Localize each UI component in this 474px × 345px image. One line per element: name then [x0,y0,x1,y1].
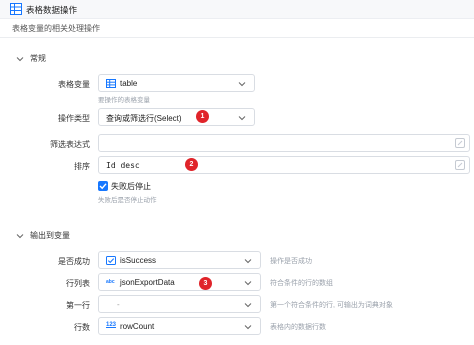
filter-input[interactable] [98,134,470,152]
chevron-down-icon [16,233,24,238]
stop-on-fail-checkbox[interactable] [98,181,108,191]
page-subtitle: 表格变量的相关处理操作 [12,24,100,33]
first-row-value: - [117,300,120,309]
sort-value: Id desc [106,161,140,170]
rows-select[interactable]: abc jsonExportData [98,273,261,291]
first-row-label: 第一行 [66,301,90,310]
string-type-icon: abc [106,279,115,285]
section-general[interactable]: 常规 [16,53,46,64]
chevron-down-icon [244,259,252,264]
window-title: 表格数据操作 [26,5,78,15]
table-var-label: 表格变量 [58,80,90,89]
chevron-down-icon [244,281,252,286]
table-icon [106,79,116,88]
stop-on-fail-hint: 失败后是否停止动作 [98,197,157,204]
expression-icon[interactable] [455,160,465,170]
divider [0,37,474,38]
row-count-hint: 表格内的数据行数 [270,324,326,331]
success-select[interactable]: isSuccess [98,251,261,269]
chevron-down-icon [244,325,252,330]
filter-label: 筛选表达式 [50,140,90,149]
sort-label: 排序 [74,162,90,171]
chevron-down-icon [16,56,24,61]
rows-hint: 符合条件的行的数组 [270,280,333,287]
row-count-value: rowCount [120,322,155,331]
operation-select[interactable]: 查询或筛选行(Select) [98,108,255,126]
first-row-select[interactable]: - [98,295,261,313]
first-row-hint: 第一个符合条件的行, 可输出为词典对象 [270,302,393,309]
operation-label: 操作类型 [58,114,90,123]
annotation-badge-2: 2 [185,158,198,171]
expression-icon[interactable] [455,138,465,148]
row-count-select[interactable]: 123 rowCount [98,317,261,335]
boolean-icon [106,256,116,265]
row-count-label: 行数 [74,323,90,332]
success-hint: 操作是否成功 [270,258,312,265]
table-icon [10,3,22,15]
chevron-down-icon [238,82,246,87]
chevron-down-icon [238,116,246,121]
number-type-icon: 123 [106,322,117,328]
annotation-badge-3: 3 [199,277,212,290]
sort-input[interactable]: Id desc [98,156,470,174]
check-icon [99,183,107,190]
success-value: isSuccess [120,256,157,265]
title-bar: 表格数据操作 [0,0,474,19]
section-general-label: 常规 [30,54,46,63]
rows-label: 行列表 [66,279,90,288]
table-var-select[interactable]: table [98,74,255,92]
section-output[interactable]: 输出到变量 [16,230,70,241]
operation-value: 查询或筛选行(Select) [106,114,182,123]
success-label: 是否成功 [58,257,90,266]
chevron-down-icon [244,303,252,308]
rows-value: jsonExportData [120,278,175,287]
table-var-value: table [120,79,138,88]
section-output-label: 输出到变量 [30,231,70,240]
table-var-hint: 要操作的表格变量 [98,97,150,104]
annotation-badge-1: 1 [196,110,209,123]
stop-on-fail-label[interactable]: 失败后停止 [111,181,151,192]
